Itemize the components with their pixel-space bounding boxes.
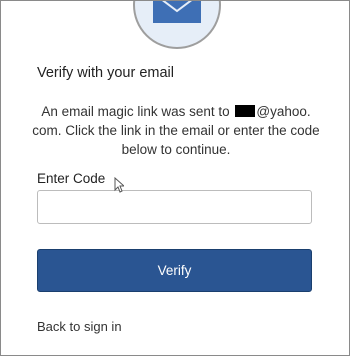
back-to-sign-in-link[interactable]: Back to sign in — [37, 319, 122, 334]
redacted-email-block — [235, 105, 256, 117]
page-title: Verify with your email — [37, 65, 174, 81]
message-prefix: An email magic link was sent to — [41, 104, 234, 119]
mouse-pointer-icon — [114, 177, 124, 193]
email-domain: @yahoo. — [256, 104, 311, 119]
avatar — [133, 1, 221, 49]
mail-icon — [153, 1, 201, 23]
verify-button[interactable]: Verify — [37, 249, 312, 292]
code-label: Enter Code — [37, 171, 106, 186]
verify-email-card: Verify with your email An email magic li… — [0, 0, 350, 356]
instruction-text: An email magic link was sent to @yahoo. … — [29, 102, 323, 159]
message-rest: com. Click the link in the email or ente… — [32, 123, 320, 157]
code-input[interactable] — [37, 190, 312, 224]
